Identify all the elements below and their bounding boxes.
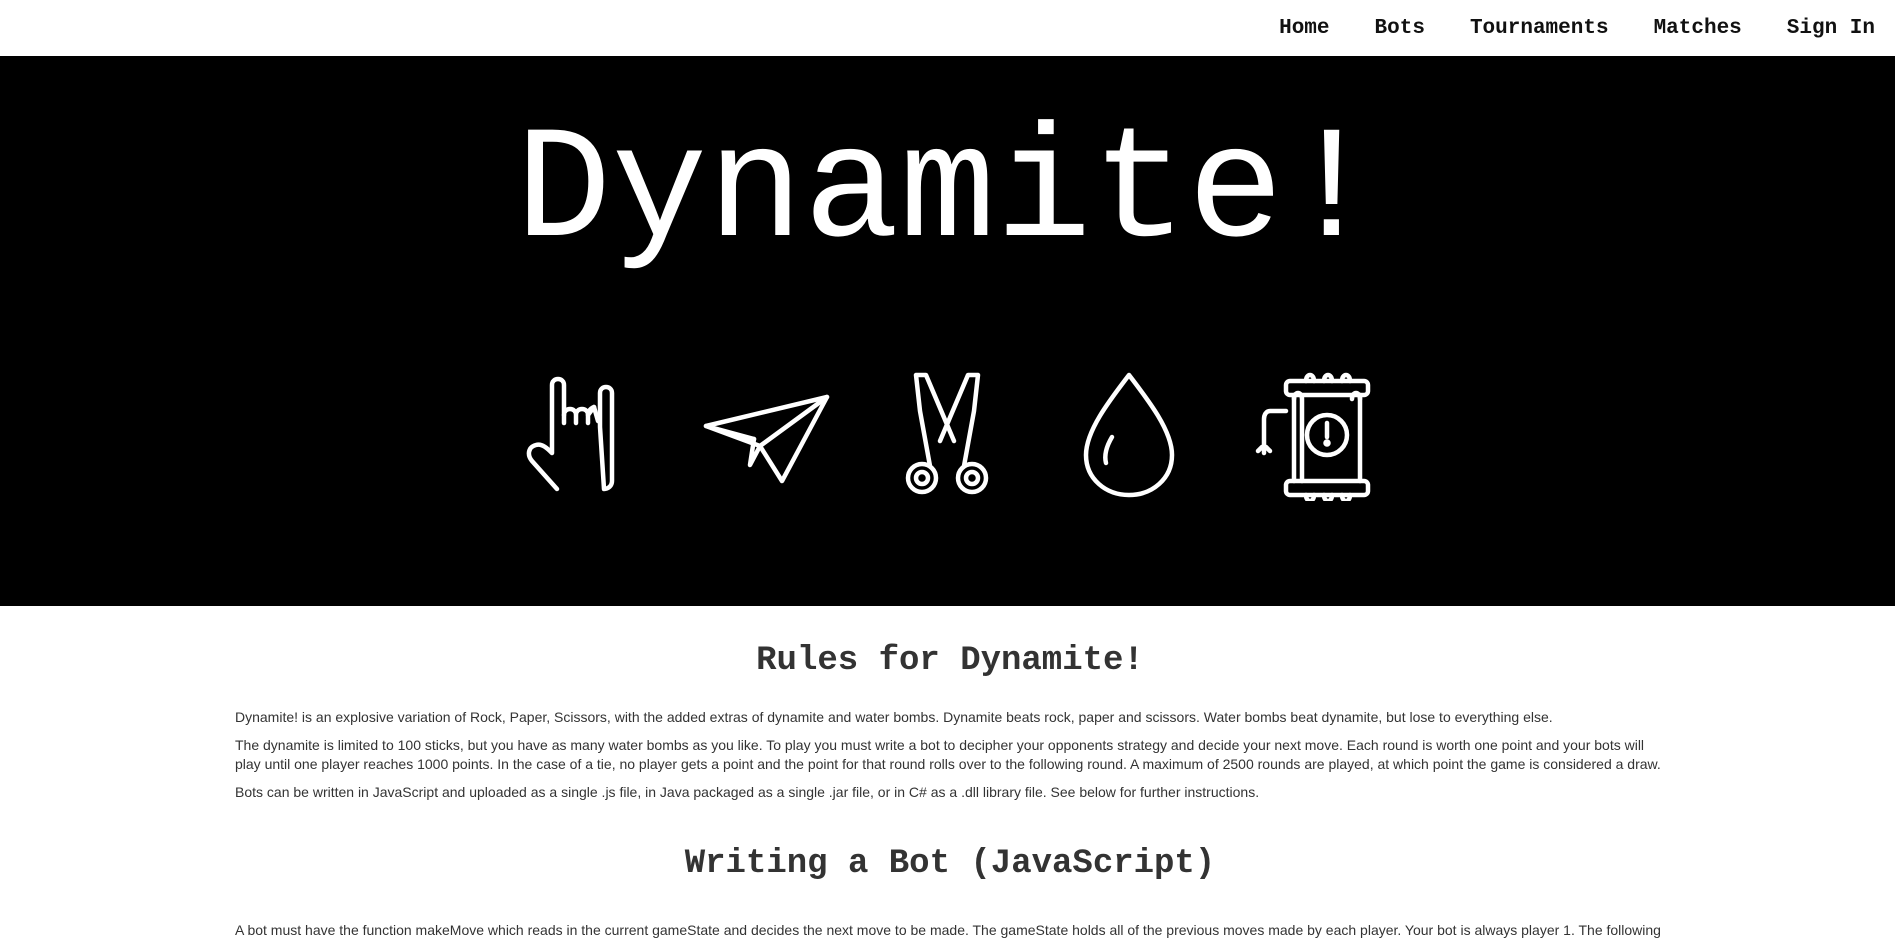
nav-link-sign-in[interactable]: Sign In: [1787, 17, 1875, 40]
hero-icons-row: [0, 371, 1895, 501]
paper-plane-icon: [702, 371, 832, 501]
nav-links: Home Bots Tournaments Matches Sign In: [1234, 0, 1875, 56]
main-content: Rules for Dynamite! Dynamite! is an expl…: [235, 606, 1665, 943]
nav-link-matches[interactable]: Matches: [1654, 17, 1742, 40]
water-drop-icon: [1064, 371, 1194, 501]
rules-heading: Rules for Dynamite!: [756, 642, 1144, 680]
dynamite-icon: [1254, 371, 1384, 501]
nav-link-bots[interactable]: Bots: [1375, 17, 1425, 40]
rock-hand-icon: [522, 371, 652, 501]
hero-title: Dynamite!: [515, 103, 1380, 284]
rules-paragraph: Dynamite! is an explosive variation of R…: [235, 709, 1553, 725]
writing-bot-paragraph: A bot must have the function makeMove wh…: [235, 922, 1661, 943]
scissors-icon: [882, 371, 1012, 501]
rules-paragraph: The dynamite is limited to 100 sticks, b…: [235, 737, 1661, 772]
rules-paragraph: Bots can be written in JavaScript and up…: [235, 784, 1260, 800]
hero-banner: Dynamite!: [0, 56, 1895, 606]
nav-link-home[interactable]: Home: [1279, 17, 1329, 40]
nav-link-tournaments[interactable]: Tournaments: [1470, 17, 1609, 40]
writing-bot-heading: Writing a Bot (JavaScript): [684, 845, 1216, 883]
top-navbar: Home Bots Tournaments Matches Sign In: [0, 0, 1895, 56]
